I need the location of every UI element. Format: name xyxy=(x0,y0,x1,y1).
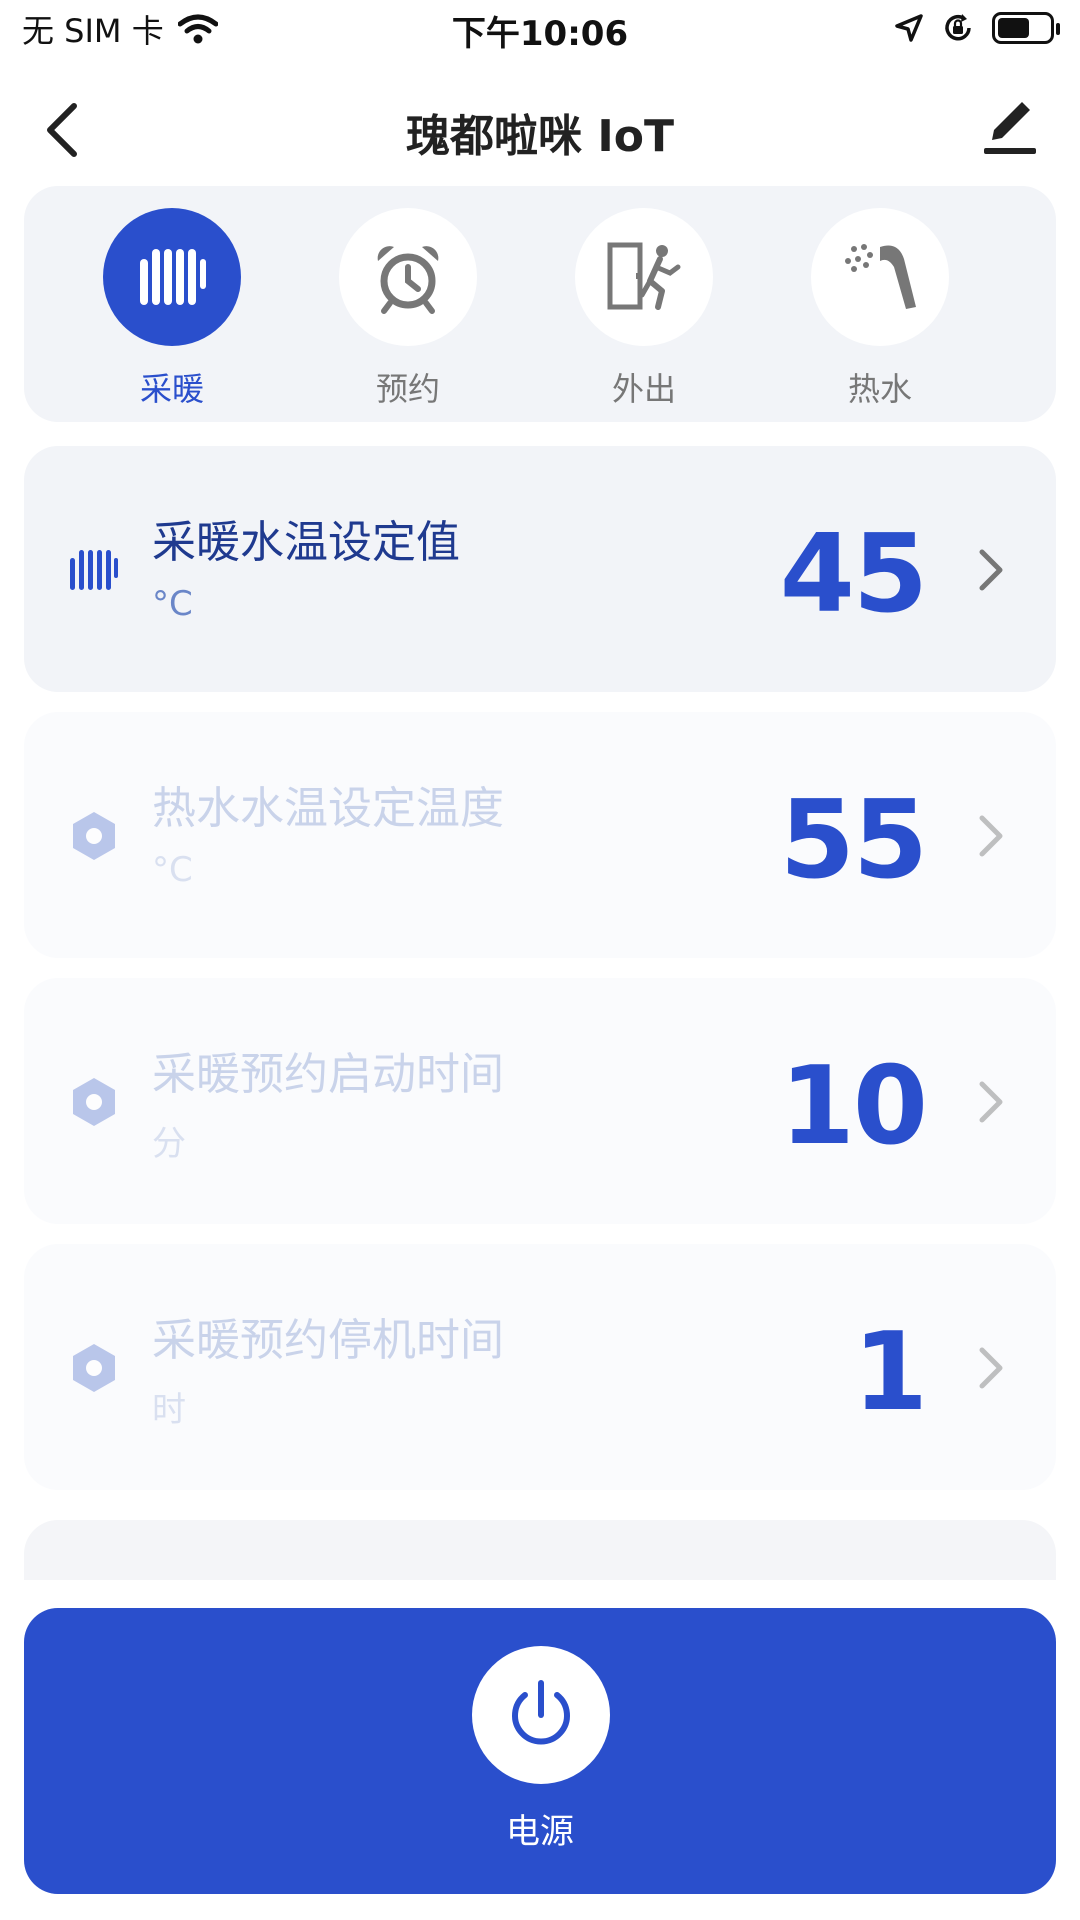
setting-value: 55 xyxy=(779,778,928,903)
tab-schedule[interactable]: 预约 xyxy=(338,208,478,408)
tab-away-label: 外出 xyxy=(611,370,676,408)
radiator-icon xyxy=(70,550,118,590)
hex-nut-icon xyxy=(73,1344,115,1392)
tab-schedule-label: 预约 xyxy=(375,370,440,408)
setting-hot-water-temp[interactable]: 热水水温设定温度 °C 55 xyxy=(24,712,1056,958)
power-icon xyxy=(512,1680,570,1745)
chevron-right-icon xyxy=(979,549,1003,591)
tab-away[interactable]: 外出 xyxy=(574,208,714,408)
status-right xyxy=(894,12,1060,44)
exit-door-icon xyxy=(607,242,681,310)
setting-value: 10 xyxy=(779,1044,928,1169)
status-bar: 无 SIM 卡 下午10:06 xyxy=(0,0,1080,60)
mode-tabs: 采暖 预约 外出 热水 xyxy=(24,186,1056,422)
power-label: 电源 xyxy=(506,1812,574,1852)
setting-value: 1 xyxy=(852,1310,928,1435)
chevron-right-icon xyxy=(979,1347,1003,1389)
hex-nut-icon xyxy=(73,1078,115,1126)
alarm-clock-icon xyxy=(377,246,439,314)
shower-icon xyxy=(845,244,916,309)
rotation-lock-icon xyxy=(945,14,971,41)
setting-title: 热水水温设定温度 xyxy=(152,783,504,834)
tab-hot-water-circle[interactable] xyxy=(811,208,949,346)
edit-pencil-icon[interactable] xyxy=(980,94,1040,158)
setting-heating-schedule-start[interactable]: 采暖预约启动时间 分 10 xyxy=(24,978,1056,1224)
setting-unit: 时 xyxy=(152,1390,186,1430)
power-bar: 电源 xyxy=(24,1608,1056,1894)
chevron-right-icon xyxy=(979,1081,1003,1123)
power-button[interactable] xyxy=(472,1646,610,1784)
setting-title: 采暖预约停机时间 xyxy=(152,1315,504,1366)
location-arrow-icon xyxy=(895,14,923,42)
setting-unit: °C xyxy=(152,850,193,890)
page-title: 瑰都啦咪 IoT xyxy=(406,111,674,162)
tab-away-circle[interactable] xyxy=(575,208,713,346)
tab-hot-water[interactable]: 热水 xyxy=(810,208,950,408)
setting-heating-schedule-stop[interactable]: 采暖预约停机时间 时 1 xyxy=(24,1244,1056,1490)
tab-schedule-circle[interactable] xyxy=(339,208,477,346)
tab-heating-circle[interactable] xyxy=(103,208,241,346)
setting-title: 采暖预约启动时间 xyxy=(152,1049,504,1100)
setting-unit: °C xyxy=(152,584,193,624)
nav-bar: 瑰都啦咪 IoT xyxy=(0,80,1080,180)
setting-card-partial xyxy=(24,1520,1056,1580)
tab-heating[interactable]: 采暖 xyxy=(102,208,242,408)
setting-unit: 分 xyxy=(152,1124,186,1164)
setting-title: 采暖水温设定值 xyxy=(152,517,460,568)
hex-nut-icon xyxy=(73,812,115,860)
battery-icon xyxy=(992,12,1060,44)
setting-value: 45 xyxy=(779,512,928,637)
setting-heating-water-temp[interactable]: 采暖水温设定值 °C 45 xyxy=(24,446,1056,692)
tab-hot-water-label: 热水 xyxy=(847,370,912,408)
tab-heating-label: 采暖 xyxy=(139,370,204,408)
radiator-icon xyxy=(140,249,206,305)
chevron-right-icon xyxy=(979,815,1003,857)
